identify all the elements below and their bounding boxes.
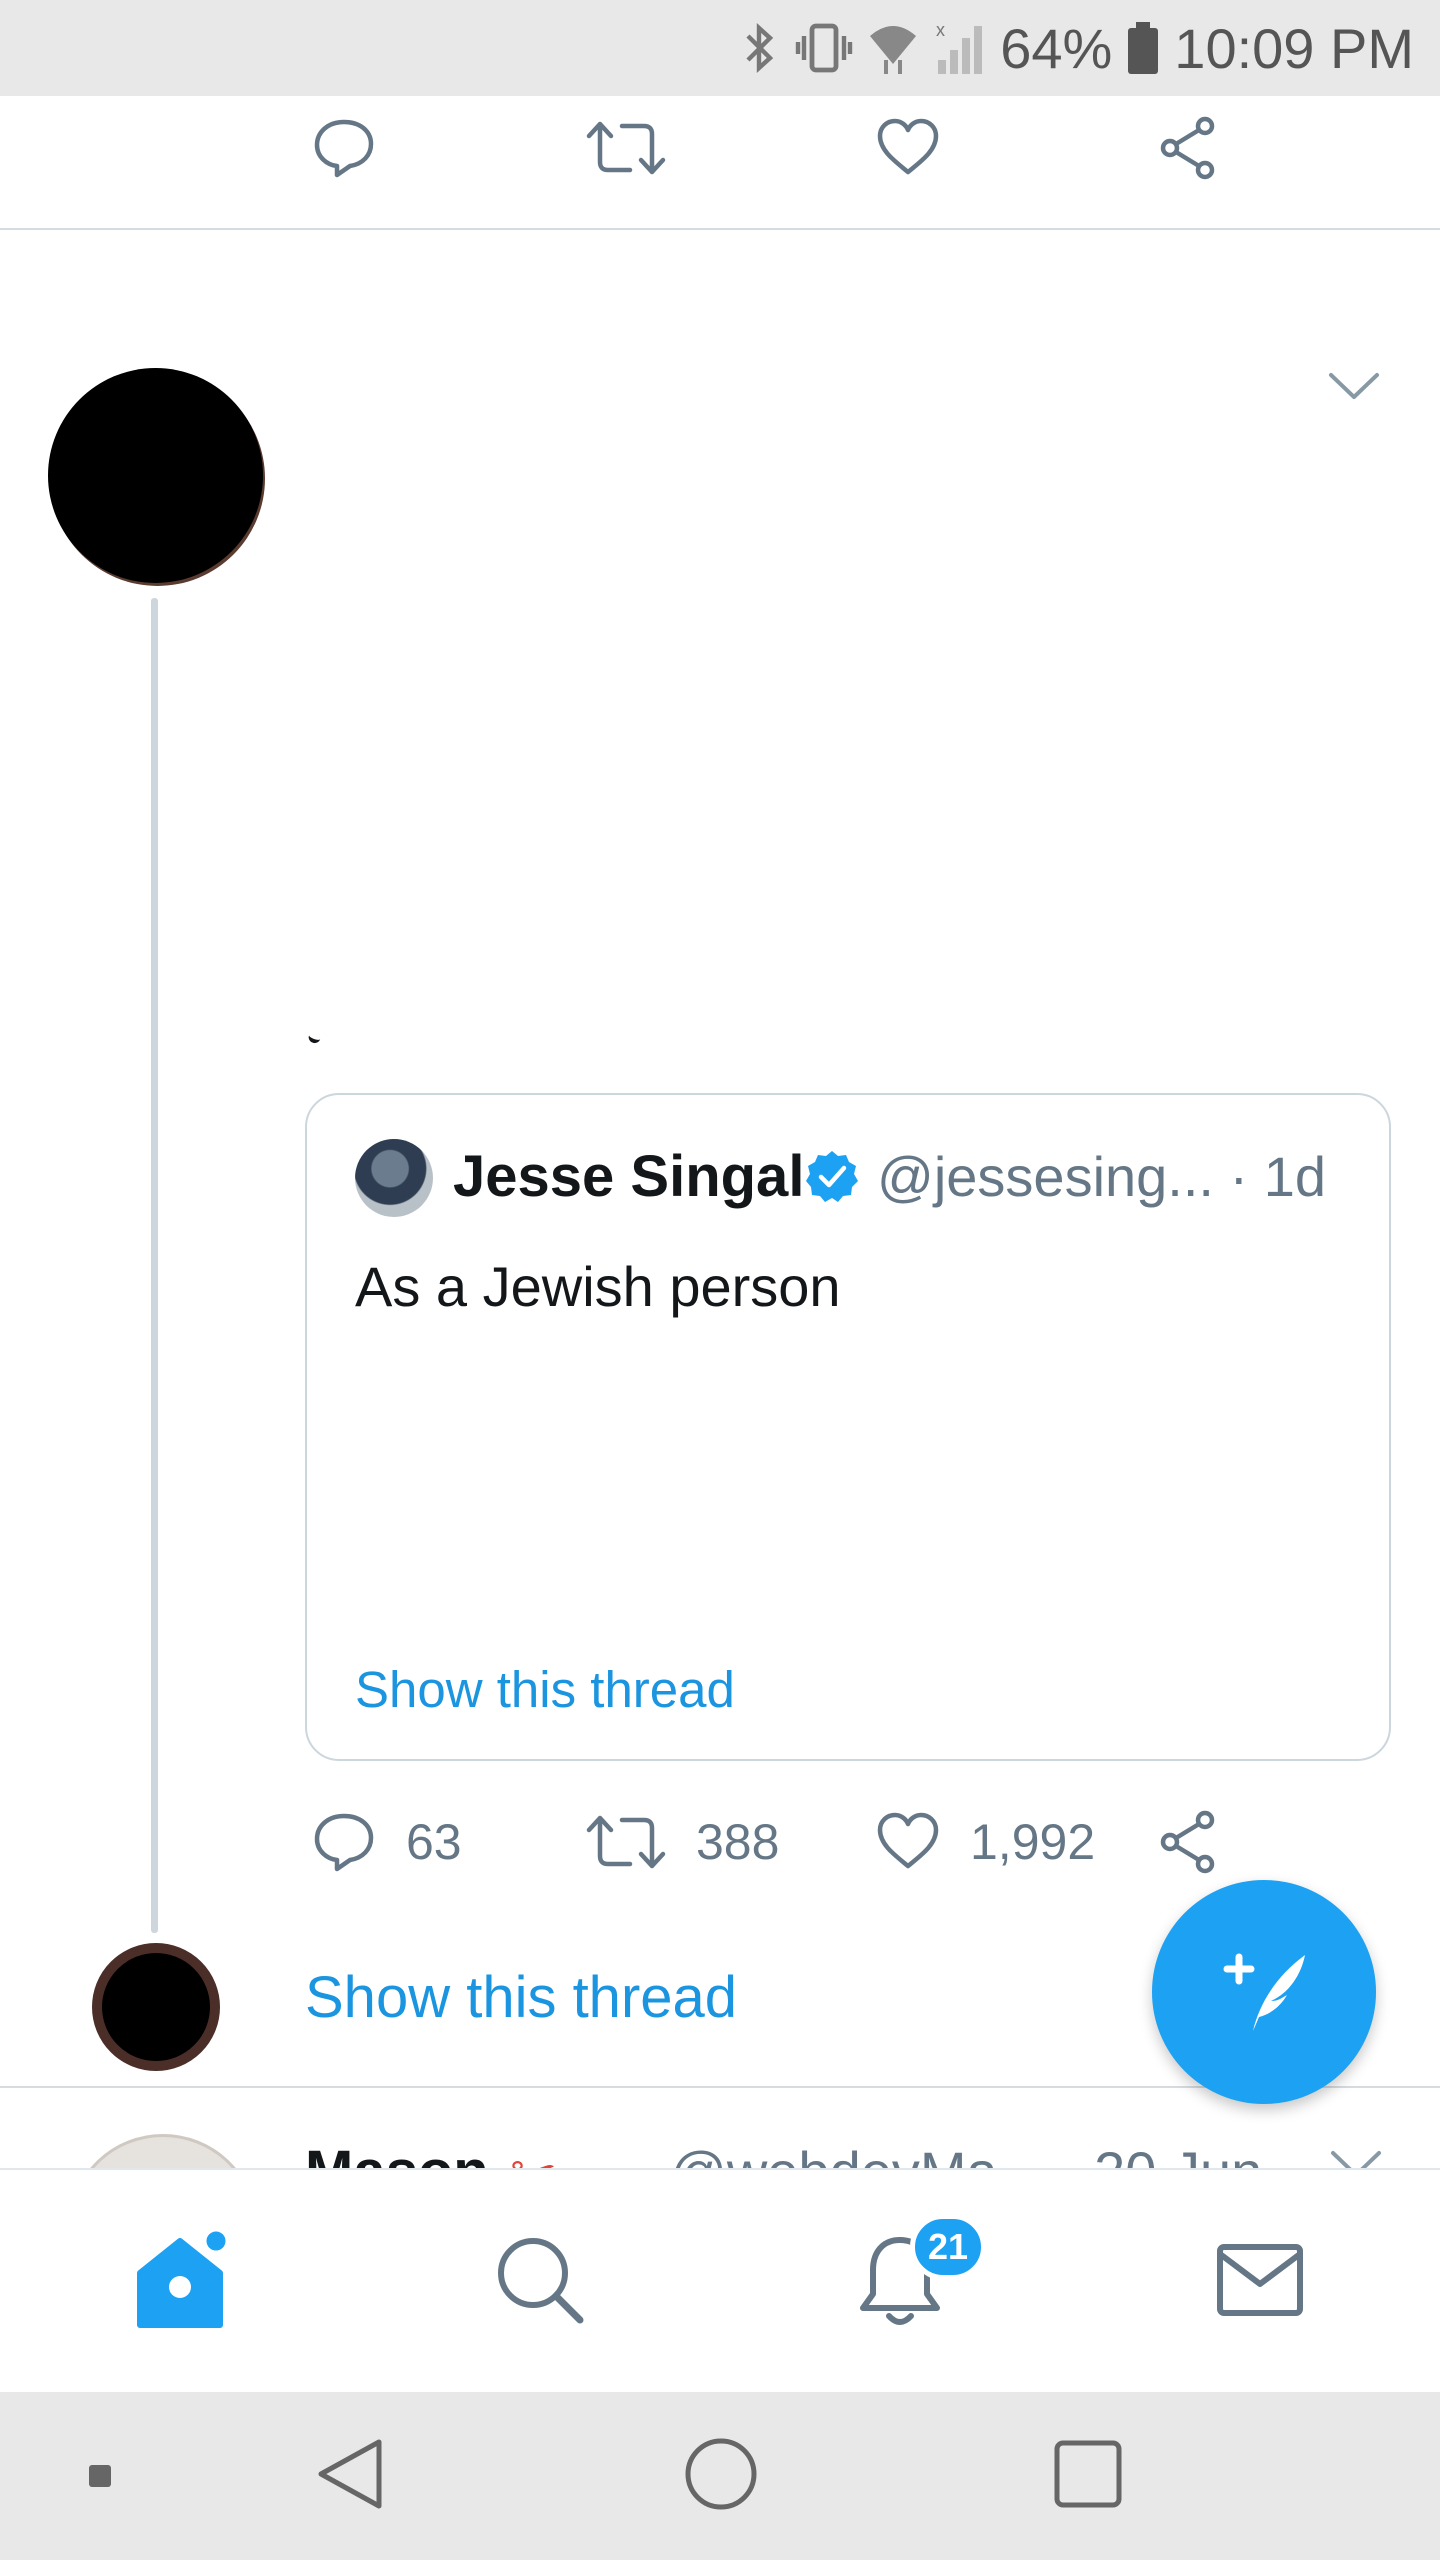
share-button[interactable] [1158, 1782, 1222, 1902]
notifications-badge: 21 [910, 2214, 986, 2280]
bluetooth-icon [740, 20, 780, 76]
retweet-icon [586, 1810, 666, 1874]
signal-icon: x [932, 20, 986, 76]
tweet-actions: 63 388 1,992 [0, 1782, 1440, 1902]
avatar[interactable] [48, 368, 263, 583]
reply-button[interactable]: 63 [312, 1782, 462, 1902]
status-time: 10:09 PM [1174, 16, 1414, 80]
overview-button[interactable] [1048, 2392, 1128, 2560]
quoted-author-handle: @jessesing... · 1d [877, 1145, 1327, 1208]
quoted-tweet-text: As a Jewish person [355, 1255, 841, 1318]
chevron-down-icon [1328, 373, 1380, 406]
reply-button[interactable] [312, 88, 376, 208]
nav-notifications[interactable]: 21 [800, 2170, 1000, 2394]
share-button[interactable] [1158, 88, 1222, 208]
quoted-show-thread-link[interactable]: Show this thread [355, 1655, 735, 1725]
quoted-tweet-card[interactable]: Jesse Singal @jessesing... · 1d As a Jew… [305, 1093, 1391, 1761]
like-count: 1,992 [970, 1814, 1096, 1870]
show-thread-link[interactable]: Show this thread [305, 1958, 737, 2038]
like-icon [876, 116, 940, 180]
retweet-button[interactable]: 388 [586, 1782, 779, 1902]
thread-avatar[interactable] [92, 1943, 220, 2071]
like-icon [876, 1810, 940, 1874]
tweet-divider [0, 228, 1440, 230]
share-icon [1158, 1810, 1222, 1874]
back-button[interactable] [310, 2392, 390, 2560]
emoji-icons: ✂ [510, 2140, 557, 2170]
nav-messages[interactable] [1160, 2170, 1360, 2394]
nav-search[interactable] [440, 2170, 640, 2394]
retweet-button[interactable] [586, 88, 666, 208]
verified-badge-icon [805, 1149, 859, 1208]
next-tweet[interactable]: Mason ✂ @webdevMa... · 20 Jun [0, 2088, 1440, 2170]
status-bar: x 64% 10:09 PM [0, 0, 1440, 96]
bottom-navigation: 21 [0, 2168, 1440, 2392]
battery-icon [1126, 20, 1160, 76]
quoted-author-name: Jesse Singal [453, 1144, 805, 1209]
wifi-icon [868, 20, 918, 76]
retweet-count: 388 [696, 1814, 780, 1870]
home-system-button[interactable] [676, 2392, 766, 2560]
square-icon [1053, 2439, 1123, 2514]
like-button[interactable] [876, 88, 940, 208]
back-triangle-icon [315, 2436, 385, 2517]
compose-feather-icon [1209, 1935, 1319, 2050]
messages-icon [1215, 2242, 1305, 2323]
search-icon [495, 2235, 585, 2330]
share-icon [1158, 116, 1222, 180]
home-circle-icon [683, 2436, 759, 2517]
tweet-options-caret[interactable] [1328, 370, 1380, 407]
previous-tweet-actions [0, 88, 1440, 208]
nav-home[interactable] [80, 2170, 280, 2394]
tweet-text-fragment [306, 1033, 322, 1045]
reply-icon [312, 1810, 376, 1874]
recents-dot-icon [80, 2392, 120, 2560]
next-tweet-handle: @webdevMa... · 20 Jun [670, 2132, 1262, 2170]
quoted-author-avatar [355, 1139, 433, 1217]
reply-icon [312, 116, 376, 180]
next-tweet-avatar[interactable] [68, 2134, 258, 2170]
next-tweet-author-name: Mason [305, 2132, 489, 2170]
retweet-icon [586, 116, 666, 180]
battery-percent: 64% [1000, 16, 1113, 80]
svg-text:x: x [936, 20, 945, 40]
reply-count: 63 [406, 1814, 462, 1870]
compose-tweet-button[interactable] [1152, 1880, 1376, 2104]
like-button[interactable]: 1,992 [876, 1782, 1095, 1902]
thread-connector-line [151, 598, 158, 1933]
home-icon [130, 2225, 231, 2340]
chevron-down-icon[interactable] [1330, 2148, 1382, 2170]
vibrate-icon [794, 20, 854, 76]
system-navigation-bar [0, 2392, 1440, 2560]
